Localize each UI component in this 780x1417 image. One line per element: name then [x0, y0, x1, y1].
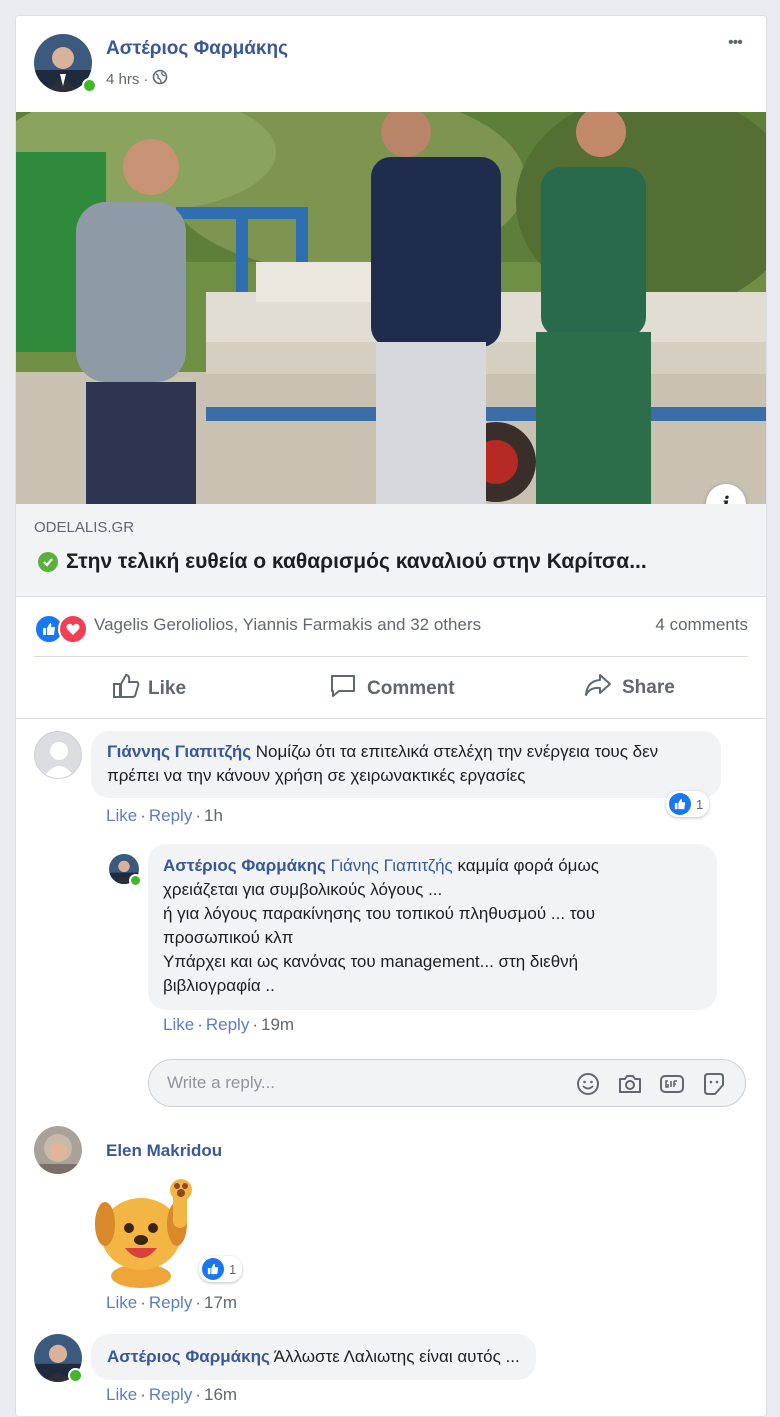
link-title: Στην τελική ευθεία ο καθαρισμός καναλιού…: [66, 550, 647, 573]
link-domain: ODELALIS.GR: [34, 519, 135, 536]
elen-avatar[interactable]: [34, 1126, 82, 1174]
emoji-icon[interactable]: [575, 1071, 601, 1102]
default-avatar[interactable]: [34, 731, 82, 779]
comment-icon: [329, 673, 357, 705]
comment-time[interactable]: 17m: [204, 1293, 237, 1312]
more-options-icon[interactable]: •••: [728, 34, 743, 52]
reply-actions: Like · Reply · 19m: [163, 1015, 295, 1034]
comment-like-link[interactable]: Like: [106, 1293, 137, 1312]
online-status-icon: [82, 78, 97, 93]
share-button[interactable]: Share: [584, 673, 675, 703]
reply-text-line: χρειάζεται για συμβολικούς λόγους ...: [163, 880, 443, 899]
reply-mention[interactable]: Γιάνης Γιαπιτζής: [331, 856, 453, 875]
gif-icon[interactable]: [659, 1071, 685, 1102]
reply-text-line: ή για λόγους παρακίνησης του τοπικού πλη…: [163, 904, 596, 923]
thumbs-up-icon: [112, 673, 140, 705]
reply-placeholder: Write a reply...: [167, 1073, 276, 1092]
reply-time[interactable]: 19m: [261, 1015, 294, 1034]
like-button[interactable]: Like: [112, 673, 186, 705]
reaction-count: 1: [696, 796, 704, 812]
share-icon: [584, 673, 612, 703]
like-reaction-icon: [669, 793, 691, 815]
online-status-icon: [129, 874, 142, 887]
post-time[interactable]: 4 hrs: [106, 71, 139, 88]
comment-reply-link[interactable]: Reply: [149, 806, 192, 825]
comment-like-link[interactable]: Like: [106, 806, 137, 825]
post-author-name[interactable]: Αστέριος Φαρμάκης: [106, 38, 288, 60]
reaction-icons[interactable]: [34, 614, 88, 644]
reply-input-icons: [575, 1071, 727, 1102]
camera-icon[interactable]: [617, 1071, 643, 1102]
globe-icon: [152, 69, 168, 89]
reply-input[interactable]: Write a reply...: [148, 1059, 746, 1107]
comment-reaction-count[interactable]: 1: [199, 1256, 243, 1282]
reply-text-line: Υπάρχει και ως κανόνας του management...…: [163, 952, 579, 971]
post-meta: 4 hrs ·: [106, 69, 168, 89]
comment-like-link[interactable]: Like: [106, 1385, 137, 1404]
like-reaction-icon: [202, 1258, 224, 1280]
love-reaction-icon: [58, 614, 88, 644]
comment-reply-link[interactable]: Reply: [149, 1385, 192, 1404]
reply-text-line: καμμία φορά όμως: [457, 856, 599, 875]
comment-actions: Like · Reply · 1h: [106, 806, 223, 825]
comment-reaction-count[interactable]: 1: [666, 791, 710, 817]
comment-author[interactable]: Γιάννης Γιαπιτζής: [107, 742, 251, 761]
post-card: Αστέριος Φαρμάκης 4 hrs · ••• ODELALIS.G…: [15, 15, 767, 1417]
comment-author[interactable]: Elen Makridou: [106, 1141, 222, 1161]
share-button-label: Share: [622, 677, 675, 698]
check-circle-icon: [38, 552, 58, 572]
reaction-count: 1: [229, 1261, 237, 1277]
comment-bubble: Αστέριος Φαρμάκης Άλλωστε Λαλιωτης είναι…: [91, 1334, 536, 1380]
reply-like-link[interactable]: Like: [163, 1015, 194, 1034]
comment-time[interactable]: 1h: [204, 806, 223, 825]
comments-divider: [16, 718, 766, 719]
online-status-icon: [68, 1368, 83, 1383]
reply-text-line: προσωπικού κλπ: [163, 928, 294, 947]
comment-actions: Like · Reply · 17m: [106, 1293, 238, 1312]
comment-button-label: Comment: [367, 678, 455, 699]
reply-reply-link[interactable]: Reply: [206, 1015, 249, 1034]
reply-text-line: βιβλιογραφία ..: [163, 976, 275, 995]
link-title-row: Στην τελική ευθεία ο καθαρισμός καναλιού…: [38, 550, 647, 574]
comment-reply-link[interactable]: Reply: [149, 1293, 192, 1312]
comment-actions: Like · Reply · 16m: [106, 1385, 238, 1404]
reply-bubble: Αστέριος Φαρμάκης Γιάνης Γιαπιτζής καμμί…: [148, 844, 717, 1010]
reply-author[interactable]: Αστέριος Φαρμάκης: [163, 856, 326, 875]
comment-author[interactable]: Αστέριος Φαρμάκης: [107, 1347, 270, 1366]
comment-button[interactable]: Comment: [329, 673, 455, 705]
link-preview[interactable]: ODELALIS.GR Στην τελική ευθεία ο καθαρισ…: [16, 504, 766, 597]
sticker-icon[interactable]: [701, 1071, 727, 1102]
divider: [34, 656, 748, 657]
comment-time[interactable]: 16m: [204, 1385, 237, 1404]
comment-bubble: Γιάννης Γιαπιτζής Νομίζω ότι τα επιτελικ…: [91, 731, 721, 798]
comments-count[interactable]: 4 comments: [655, 615, 748, 635]
dog-waving-sticker[interactable]: [91, 1176, 201, 1291]
reactions-summary[interactable]: Vagelis Geroliolios, Yiannis Farmakis an…: [94, 615, 481, 635]
post-photo[interactable]: [16, 92, 766, 504]
like-button-label: Like: [148, 678, 187, 699]
meta-separator: ·: [143, 70, 149, 88]
comment-text: Άλλωστε Λαλιωτης είναι αυτός ...: [273, 1347, 520, 1366]
